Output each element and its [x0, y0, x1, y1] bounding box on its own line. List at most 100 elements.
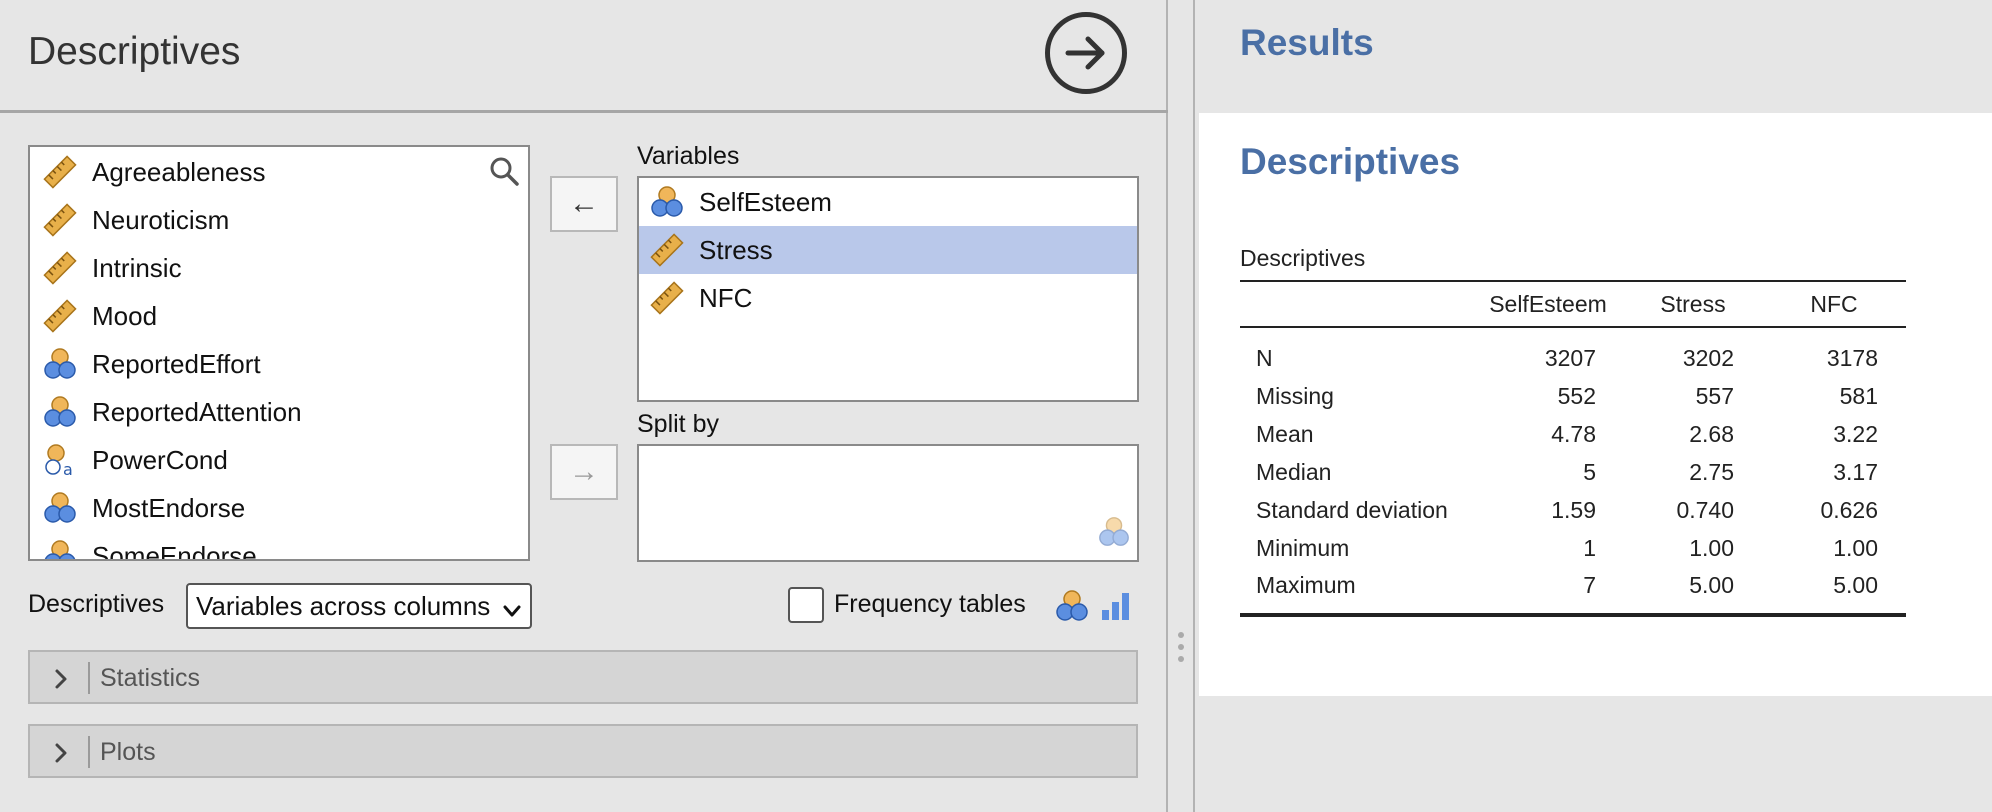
ruler-icon: [649, 280, 685, 316]
row-label: Median: [1256, 458, 1332, 485]
variable-label: SelfEsteem: [699, 186, 832, 217]
nominal-variable-icon: [42, 394, 78, 430]
variable-label: ReportedAttention: [92, 396, 302, 427]
descriptives-option-label: Descriptives: [28, 590, 165, 618]
row-label: Maximum: [1240, 567, 1472, 617]
split-by-label: Split by: [637, 410, 719, 438]
variables-box[interactable]: SelfEsteem Stress NFC: [637, 176, 1139, 402]
table-row: N 3207 3202 3178: [1240, 327, 1906, 377]
variable-label: NFC: [699, 282, 753, 313]
table-cell: 2.68: [1689, 420, 1734, 447]
table-cell: 2.75: [1689, 458, 1734, 485]
plots-section-label: Plots: [100, 738, 156, 766]
variable-list-item[interactable]: ReportedEffort: [30, 340, 528, 388]
arrow-right-icon: →: [569, 455, 599, 488]
variable-list-item[interactable]: Intrinsic: [30, 244, 528, 292]
selected-variable-item[interactable]: SelfEsteem: [639, 178, 1137, 226]
table-row: Minimum 1 1.00 1.00: [1240, 529, 1906, 567]
table-cell: 1.59: [1551, 496, 1596, 523]
variable-label: Agreeableness: [92, 156, 266, 187]
table-cell: 0.626: [1820, 496, 1878, 523]
nominal-text-variable-icon: a: [42, 442, 78, 479]
results-title: Descriptives: [1240, 141, 1461, 182]
table-cell: 5.00: [1624, 567, 1762, 617]
statistics-section-label: Statistics: [100, 664, 201, 692]
table-cell: 3207: [1544, 344, 1596, 371]
variable-list-item[interactable]: MostEndorse: [30, 484, 528, 532]
move-left-button[interactable]: ←: [550, 176, 618, 232]
chevron-down-icon: [502, 597, 522, 628]
chevron-right-icon: [52, 668, 70, 695]
ruler-icon: [42, 154, 78, 190]
row-label: Minimum: [1256, 534, 1350, 561]
svg-text:a: a: [63, 460, 73, 478]
selected-variable-item[interactable]: Stress: [639, 226, 1137, 274]
arrow-left-icon: ←: [569, 187, 599, 220]
table-cell: 5: [1583, 458, 1596, 485]
table-cell: 3.22: [1833, 420, 1878, 447]
section-separator: [88, 662, 90, 694]
results-header: Results: [1240, 22, 1374, 63]
nominal-variable-icon: [1097, 515, 1131, 554]
variables-label: Variables: [637, 142, 740, 170]
frequency-tables-checkbox[interactable]: [788, 587, 824, 623]
table-row: Maximum 7 5.00 5.00: [1240, 567, 1906, 617]
table-cell: 1.00: [1833, 534, 1878, 561]
ruler-icon: [42, 298, 78, 334]
table-cell: 3202: [1682, 344, 1734, 371]
column-header: NFC: [1762, 280, 1906, 328]
plots-section[interactable]: Plots: [28, 724, 1138, 778]
table-row: Missing 552 557 581: [1240, 377, 1906, 415]
variable-label: Stress: [699, 234, 773, 265]
selected-variable-item[interactable]: NFC: [639, 274, 1137, 322]
variable-list-item[interactable]: Neuroticism: [30, 196, 528, 244]
nominal-variable-icon: [649, 184, 685, 220]
descriptives-table: SelfEsteem Stress NFC N 3207 3202 3178 Missi…: [1240, 280, 1906, 617]
variable-label: Mood: [92, 300, 158, 331]
row-label: Missing: [1256, 382, 1334, 409]
table-cell: 1.00: [1689, 534, 1734, 561]
ruler-icon: [649, 232, 685, 268]
variable-list-item[interactable]: Mood: [30, 292, 528, 340]
arrow-right-circle-icon: [1065, 36, 1105, 70]
run-button[interactable]: [1045, 12, 1127, 94]
descriptives-layout-select[interactable]: Variables across columns: [186, 583, 532, 629]
table-row: Median 5 2.75 3.17: [1240, 453, 1906, 491]
split-by-box[interactable]: [637, 444, 1139, 562]
ruler-icon: [42, 250, 78, 286]
table-cell: 4.78: [1551, 420, 1596, 447]
table-row: Mean 4.78 2.68 3.22: [1240, 415, 1906, 453]
move-right-button[interactable]: →: [550, 444, 618, 500]
column-header: Stress: [1624, 280, 1762, 328]
table-cell: 3178: [1826, 344, 1878, 371]
variable-list-item[interactable]: SomeEndorse: [30, 532, 528, 559]
variable-list-item[interactable]: ReportedAttention: [30, 388, 528, 436]
row-label: Standard deviation: [1256, 496, 1448, 523]
section-separator: [88, 736, 90, 768]
results-panel: Results Descriptives Descriptives SelfEs…: [1195, 0, 1992, 812]
nominal-variable-icon: [42, 490, 78, 526]
table-caption: Descriptives: [1240, 245, 1366, 271]
table-cell: 5.00: [1762, 567, 1906, 617]
nominal-variable-icon: [1054, 588, 1090, 629]
variable-label: ReportedEffort: [92, 348, 261, 379]
results-card: Descriptives Descriptives SelfEsteem Str…: [1199, 113, 1992, 696]
variable-label: Neuroticism: [92, 204, 230, 235]
statistics-section[interactable]: Statistics: [28, 650, 1138, 704]
panel-splitter-handle[interactable]: [1176, 630, 1186, 669]
frequency-tables-label: Frequency tables: [834, 590, 1026, 618]
table-cell: 581: [1839, 382, 1878, 409]
row-label: N: [1256, 344, 1273, 371]
variable-list-item[interactable]: Agreeableness: [30, 148, 528, 196]
bar-chart-icon: [1100, 590, 1132, 627]
chevron-right-icon: [52, 742, 70, 769]
variable-list-item[interactable]: a PowerCond: [30, 436, 528, 484]
table-header-row: SelfEsteem Stress NFC: [1240, 280, 1906, 328]
table-cell: 557: [1695, 382, 1734, 409]
table-cell: 1: [1583, 534, 1596, 561]
source-variable-list[interactable]: Agreeableness Neuroticism Intrinsic Mood Rep…: [28, 145, 530, 561]
table-cell: 7: [1472, 567, 1624, 617]
table-cell: 3.17: [1833, 458, 1878, 485]
column-header: [1240, 280, 1472, 328]
nominal-variable-icon: [42, 538, 78, 559]
